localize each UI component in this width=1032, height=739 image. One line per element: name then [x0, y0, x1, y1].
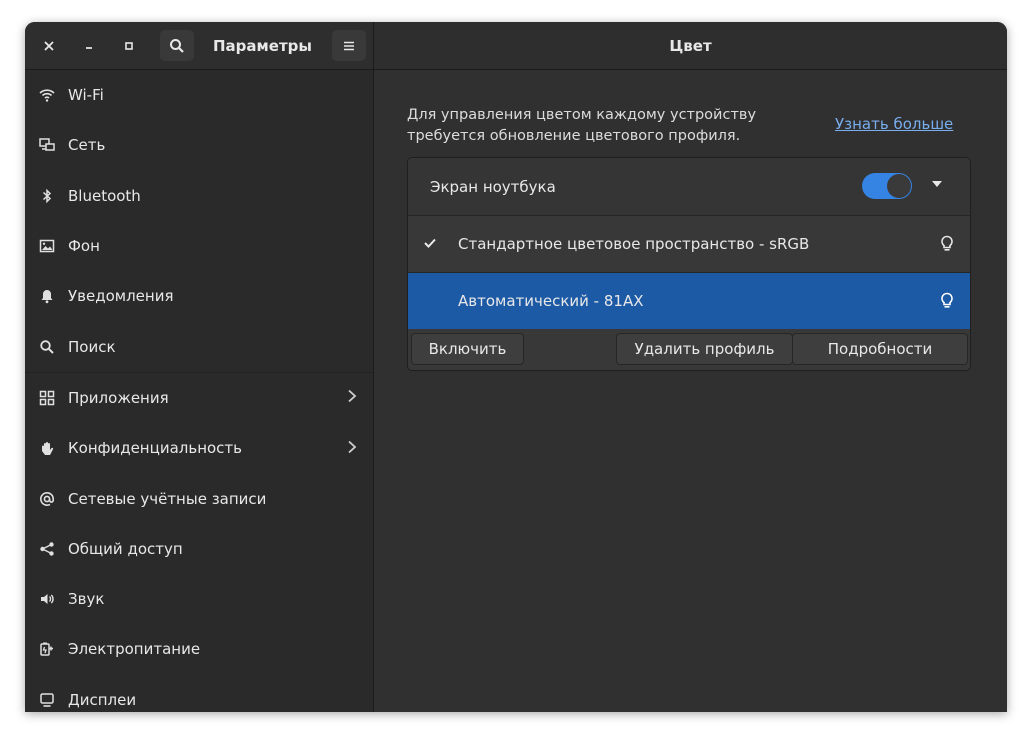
close-icon[interactable]: [37, 34, 61, 58]
speaker-icon: [39, 591, 55, 607]
details-button[interactable]: Подробности: [792, 333, 968, 365]
maximize-icon[interactable]: [117, 34, 141, 58]
profile-row-auto[interactable]: Автоматический - 81AX: [408, 273, 970, 329]
apps-icon: [39, 390, 55, 406]
hamburger-icon: [344, 41, 354, 50]
bluetooth-icon: [39, 188, 55, 204]
sidebar: Параметры Wi-Fi Сеть Bluetooth Фон Уведо…: [25, 22, 374, 712]
bell-icon: [39, 288, 55, 304]
sidebar-header: Параметры: [25, 22, 373, 70]
at-icon: [39, 491, 55, 507]
main-header: Цвет: [374, 22, 1007, 70]
sidebar-item-label: Wi-Fi: [68, 86, 104, 105]
sidebar-item-label: Электропитание: [68, 640, 201, 659]
sidebar-item-displays[interactable]: Дисплеи: [25, 675, 373, 712]
profile-label: Стандартное цветовое пространство - sRGB: [458, 235, 810, 253]
settings-window: Параметры Wi-Fi Сеть Bluetooth Фон Уведо…: [25, 22, 1007, 712]
display-icon: [39, 692, 55, 708]
hand-icon: [39, 440, 55, 456]
sidebar-item-search[interactable]: Поиск: [25, 321, 373, 373]
color-device-panel: Экран ноутбука Стандартное цветовое прос…: [407, 157, 971, 371]
sidebar-item-label: Сетевые учётные записи: [68, 489, 267, 508]
sidebar-item-notifications[interactable]: Уведомления: [25, 271, 373, 321]
sidebar-item-privacy[interactable]: Конфиденциальность: [25, 423, 373, 473]
color-description: Для управления цветом каждому устройству…: [407, 107, 757, 144]
sidebar-item-background[interactable]: Фон: [25, 221, 373, 271]
page-title: Цвет: [669, 37, 712, 55]
main-content: Цвет Для управления цветом каждому устро…: [374, 22, 1007, 712]
sidebar-item-sharing[interactable]: Общий доступ: [25, 524, 373, 574]
profile-actions: Включить Удалить профиль Подробности: [408, 331, 970, 369]
enable-button[interactable]: Включить: [411, 333, 524, 365]
sidebar-item-label: Приложения: [68, 388, 169, 407]
sidebar-item-label: Уведомления: [68, 287, 174, 306]
search-icon: [39, 339, 55, 355]
device-toggle[interactable]: [862, 173, 912, 199]
menu-button[interactable]: [332, 30, 366, 61]
sidebar-item-wifi[interactable]: Wi-Fi: [25, 70, 373, 120]
sidebar-item-online-accounts[interactable]: Сетевые учётные записи: [25, 473, 373, 523]
profile-row-srgb[interactable]: Стандартное цветовое пространство - sRGB: [408, 216, 970, 273]
learn-more-link[interactable]: Узнать больше: [835, 115, 953, 133]
minimize-icon[interactable]: [77, 34, 101, 58]
sidebar-item-sound[interactable]: Звук: [25, 574, 373, 624]
lightbulb-icon: [940, 235, 954, 257]
lightbulb-icon: [940, 292, 954, 314]
chevron-right-icon: [347, 388, 357, 407]
background-icon: [39, 238, 55, 254]
power-icon: [39, 641, 55, 657]
remove-profile-button[interactable]: Удалить профиль: [616, 333, 793, 365]
chevron-right-icon: [347, 439, 357, 458]
sidebar-item-network[interactable]: Сеть: [25, 120, 373, 170]
profile-label: Автоматический - 81AX: [458, 292, 644, 310]
sidebar-item-bluetooth[interactable]: Bluetooth: [25, 171, 373, 221]
sidebar-item-label: Конфиденциальность: [68, 439, 243, 458]
search-icon: [170, 38, 184, 53]
toggle-knob: [887, 174, 911, 198]
sidebar-item-label: Сеть: [68, 136, 106, 155]
sidebar-nav: Wi-Fi Сеть Bluetooth Фон Уведомления Пои…: [25, 70, 373, 712]
network-icon: [39, 137, 55, 153]
sidebar-item-label: Фон: [68, 237, 100, 256]
checkmark-icon: [424, 236, 436, 252]
share-icon: [39, 541, 55, 557]
search-button[interactable]: [160, 30, 194, 61]
wifi-icon: [39, 87, 55, 103]
sidebar-item-label: Общий доступ: [68, 539, 183, 558]
sidebar-item-label: Bluetooth: [68, 186, 141, 205]
sidebar-item-label: Поиск: [68, 337, 116, 356]
expand-arrow-icon[interactable]: [932, 181, 942, 187]
sidebar-item-apps[interactable]: Приложения: [25, 373, 373, 423]
sidebar-item-label: Звук: [68, 590, 105, 609]
sidebar-item-label: Дисплеи: [68, 690, 137, 709]
device-label: Экран ноутбука: [430, 178, 556, 196]
sidebar-item-power[interactable]: Электропитание: [25, 624, 373, 674]
device-row[interactable]: Экран ноутбука: [408, 158, 970, 216]
sidebar-title: Параметры: [213, 37, 312, 55]
